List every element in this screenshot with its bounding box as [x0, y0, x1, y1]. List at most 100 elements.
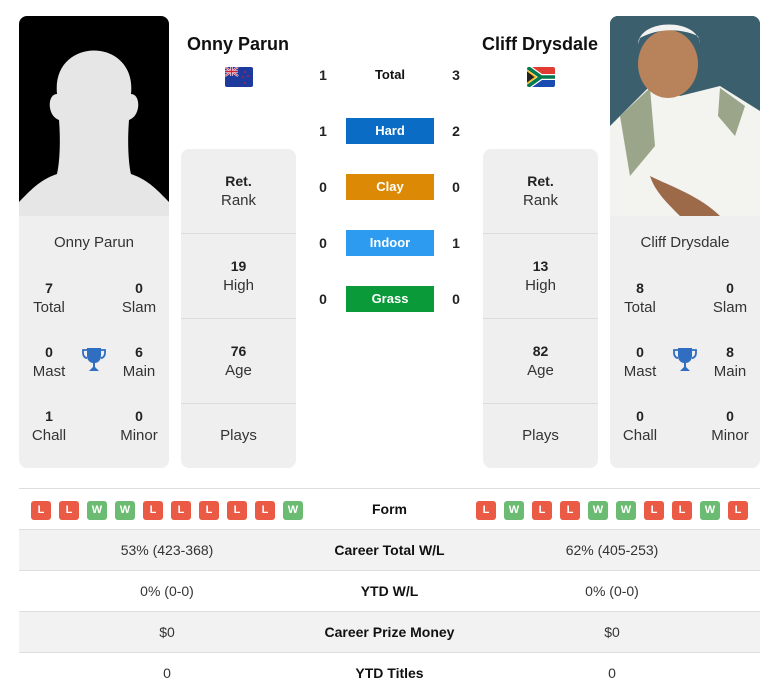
form-loss-badge[interactable]: L — [227, 501, 247, 520]
rank-label: Rank — [220, 192, 257, 209]
comparison-table: LLWWLLLLLW Form LWLLWWLLWL 53% (423-368)… — [19, 488, 760, 694]
form-loss-badge[interactable]: L — [171, 501, 191, 520]
titles-mast-label: Mast — [32, 363, 66, 380]
titles-chall-label: Chall — [31, 427, 67, 444]
age-label: Age — [527, 362, 554, 379]
titles-total-label: Total — [33, 299, 65, 316]
table-row: 53% (423-368) Career Total W/L 62% (405-… — [19, 530, 760, 571]
form-loss-badge[interactable]: L — [644, 501, 664, 520]
titles-slam: 0 Slam — [109, 278, 169, 318]
form-loss-badge[interactable]: L — [560, 501, 580, 520]
high-value: 13 — [532, 258, 549, 274]
titles-minor: 0 Minor — [109, 406, 169, 446]
h2h-left-count: 0 — [319, 235, 327, 251]
form-loss-badge[interactable]: L — [143, 501, 163, 520]
form-label: Form — [372, 501, 407, 517]
player-photo-image — [610, 16, 760, 216]
new-zealand-flag-icon — [225, 67, 253, 87]
high-label: High — [223, 277, 254, 294]
form-win-badge[interactable]: W — [115, 501, 135, 520]
form-loss-badge[interactable]: L — [31, 501, 51, 520]
titles-mast: 0 Mast — [19, 342, 79, 382]
form-win-badge[interactable]: W — [700, 501, 720, 520]
player-name-right[interactable]: Cliff Drysdale — [460, 34, 620, 55]
form-loss-badge[interactable]: L — [728, 501, 748, 520]
player-photo-left — [19, 16, 169, 216]
h2h-row-hard: 1 Hard 2 — [300, 118, 480, 144]
trophy-icon — [673, 348, 697, 371]
player-rank-card-right: Ret. Rank 13 High 82 Age Plays — [483, 149, 598, 468]
surface-clay-badge[interactable]: Clay — [346, 174, 434, 200]
titles-minor-value: 0 — [135, 408, 143, 424]
form-loss-badge[interactable]: L — [199, 501, 219, 520]
form-win-badge[interactable]: W — [616, 501, 636, 520]
h2h-left-count: 1 — [319, 123, 327, 139]
form-loss-badge[interactable]: L — [59, 501, 79, 520]
stat-left-value: $0 — [159, 624, 175, 640]
plays-cell: Plays — [483, 404, 598, 468]
h2h-left-count: 0 — [319, 291, 327, 307]
stat-left-value: 0 — [163, 665, 171, 681]
player-name-label: Cliff Drysdale — [640, 234, 730, 251]
table-row: 0% (0-0) YTD W/L 0% (0-0) — [19, 571, 760, 612]
form-badges-right: LWLLWWLLWL — [476, 501, 748, 520]
south-africa-flag-icon — [527, 67, 555, 87]
titles-minor: 0 Minor — [700, 406, 760, 446]
h2h-row-indoor: 0 Indoor 1 — [300, 230, 480, 256]
silhouette-placeholder-icon — [19, 50, 169, 216]
surface-hard-badge[interactable]: Hard — [346, 118, 434, 144]
titles-main-value: 6 — [135, 344, 143, 360]
rank-cell: Ret. Rank — [483, 149, 598, 234]
h2h-row-total: 1 Total 3 — [300, 62, 480, 88]
high-label: High — [525, 277, 556, 294]
player-name-left[interactable]: Onny Parun — [158, 34, 318, 55]
age-cell: 82 Age — [483, 319, 598, 404]
rank-value: Ret. — [527, 173, 554, 189]
surface-grass-badge[interactable]: Grass — [346, 286, 434, 312]
player-photo-right — [610, 16, 760, 216]
h2h-left-count: 0 — [319, 179, 327, 195]
surface-indoor-badge[interactable]: Indoor — [346, 230, 434, 256]
titles-main: 6 Main — [109, 342, 169, 382]
h2h-right-count: 0 — [452, 291, 460, 307]
titles-chall-label: Chall — [622, 427, 658, 444]
form-loss-badge[interactable]: L — [476, 501, 496, 520]
form-loss-badge[interactable]: L — [532, 501, 552, 520]
form-win-badge[interactable]: W — [588, 501, 608, 520]
stat-right-value: 62% (405-253) — [565, 542, 659, 558]
titles-main-label: Main — [122, 363, 156, 380]
titles-chall-value: 1 — [45, 408, 53, 424]
rank-label: Rank — [522, 192, 559, 209]
titles-minor-value: 0 — [726, 408, 734, 424]
titles-mast: 0 Mast — [610, 342, 670, 382]
plays-label: Plays — [220, 427, 257, 444]
form-loss-badge[interactable]: L — [255, 501, 275, 520]
high-cell: 19 High — [181, 234, 296, 319]
player-titles-card-left: Onny Parun 7 Total 0 Slam 0 Mast 6 Main 1 Cha… — [19, 216, 169, 468]
player-name-label: Onny Parun — [53, 234, 135, 251]
h2h-row-grass: 0 Grass 0 — [300, 286, 480, 312]
h2h-total-label: Total — [374, 67, 406, 82]
h2h-right-count: 2 — [452, 123, 460, 139]
titles-total: 8 Total — [610, 278, 670, 318]
titles-main-label: Main — [713, 363, 747, 380]
form-loss-badge[interactable]: L — [672, 501, 692, 520]
stat-left-value: 53% (423-368) — [120, 542, 214, 558]
form-badges-left: LLWWLLLLLW — [31, 501, 303, 520]
titles-chall: 0 Chall — [610, 406, 670, 446]
form-row: LLWWLLLLLW Form LWLLWWLLWL — [19, 489, 760, 530]
high-value: 19 — [230, 258, 247, 274]
rank-cell: Ret. Rank — [181, 149, 296, 234]
form-win-badge[interactable]: W — [504, 501, 524, 520]
h2h-right-count: 3 — [452, 67, 460, 83]
titles-total-value: 8 — [636, 280, 644, 296]
h2h-right-count: 1 — [452, 235, 460, 251]
trophy-icon — [82, 348, 106, 371]
h2h-left-count: 1 — [319, 67, 327, 83]
titles-main-value: 8 — [726, 344, 734, 360]
stat-left-value: 0% (0-0) — [140, 583, 194, 599]
plays-label: Plays — [522, 427, 559, 444]
player-rank-card-left: Ret. Rank 19 High 76 Age Plays — [181, 149, 296, 468]
form-win-badge[interactable]: W — [87, 501, 107, 520]
titles-slam-label: Slam — [121, 299, 157, 316]
